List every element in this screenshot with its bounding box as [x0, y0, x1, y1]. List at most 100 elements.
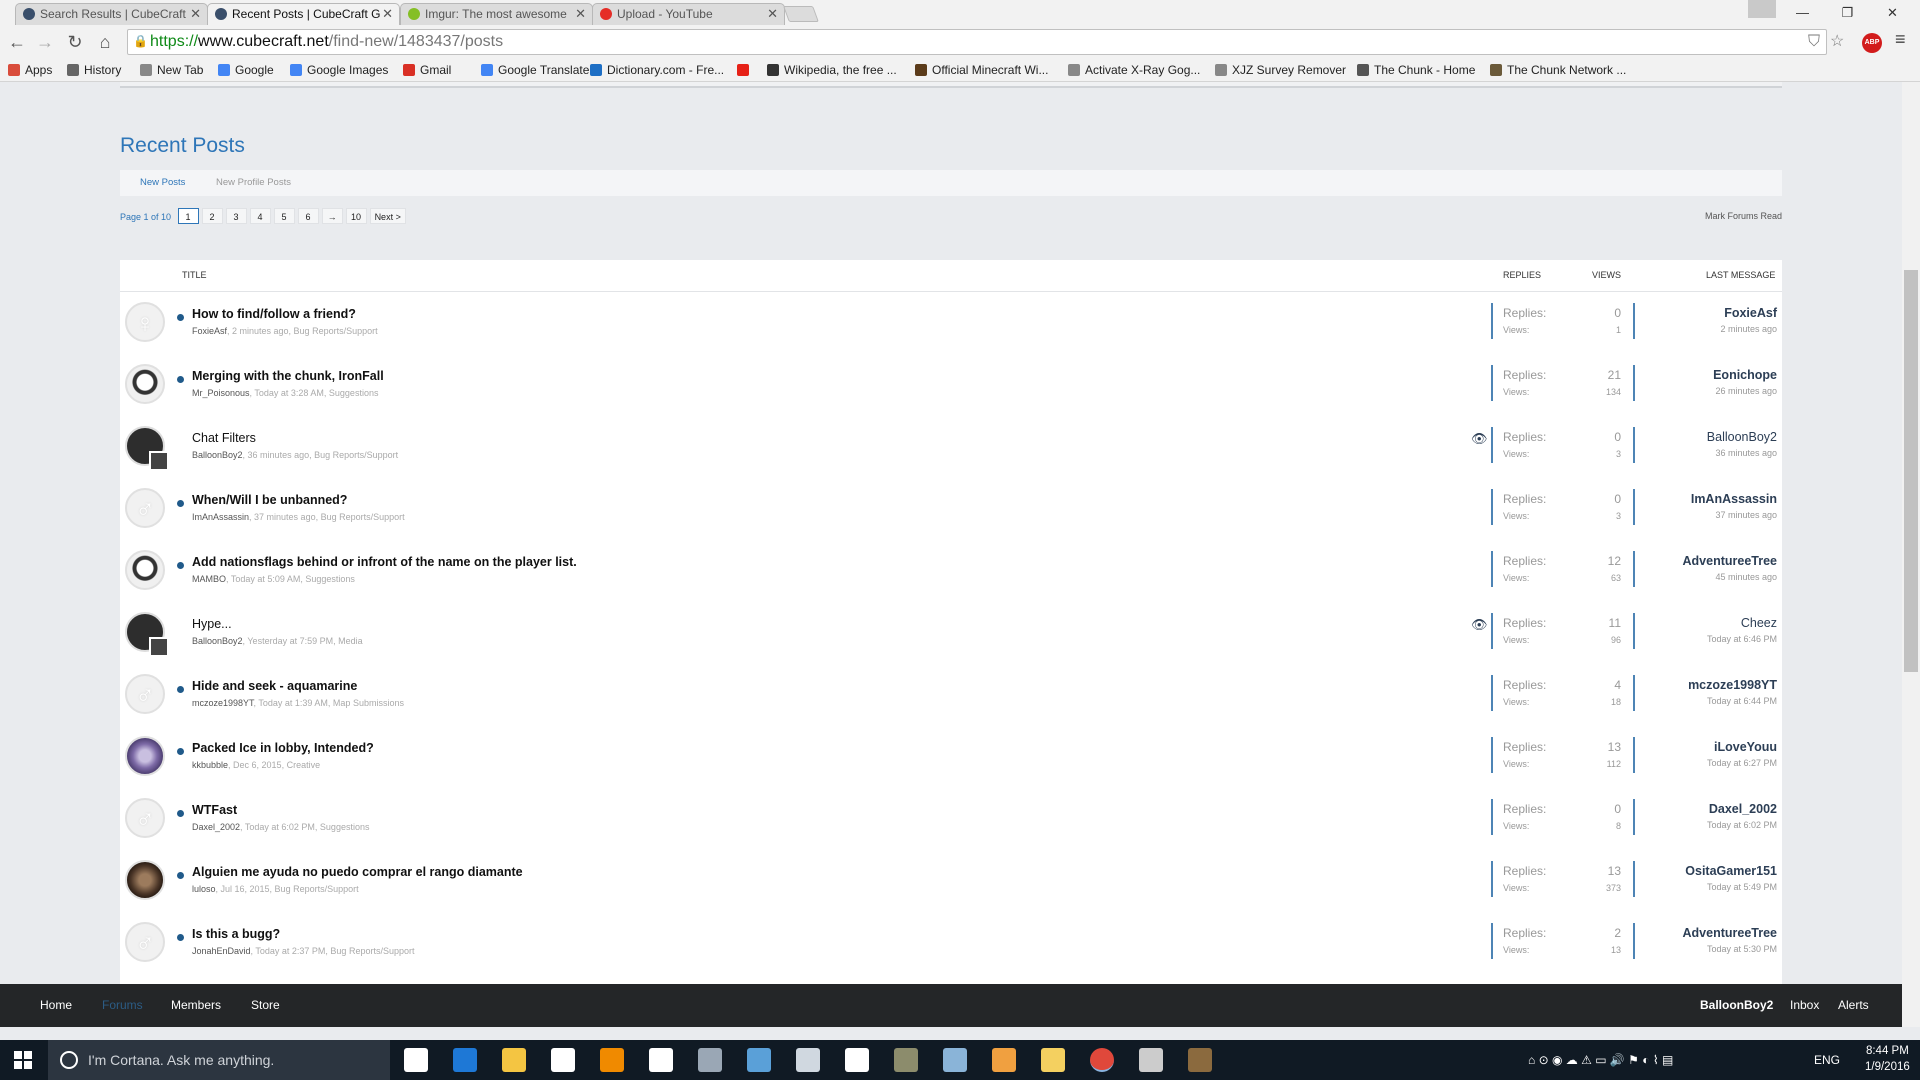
thread-row[interactable]: Merging with the chunk, IronFall Mr_Poiso… — [120, 354, 1782, 416]
last-message-time[interactable]: 45 minutes ago — [1683, 572, 1777, 582]
page-link[interactable]: 6 — [297, 208, 319, 224]
bookmark-item[interactable]: Dictionary.com - Fre... — [590, 62, 724, 79]
thread-row[interactable]: Chat Filters BalloonBoy2, 36 minutes ago,… — [120, 416, 1782, 478]
thread-title[interactable]: Alguien me ayuda no puedo comprar el ran… — [192, 865, 523, 879]
avatar[interactable] — [125, 736, 165, 776]
tab-new-posts[interactable]: New Posts — [140, 170, 185, 196]
page-link[interactable]: 1 — [177, 208, 199, 224]
thread-title[interactable]: Hide and seek - aquamarine — [192, 679, 357, 693]
forward-icon[interactable]: → — [32, 29, 58, 55]
calculator-icon[interactable] — [845, 1048, 869, 1072]
last-message-time[interactable]: Today at 6:46 PM — [1707, 634, 1777, 644]
thread-title[interactable]: How to find/follow a friend? — [192, 307, 356, 321]
browser-tab[interactable]: Upload - YouTube ✕ — [592, 3, 785, 25]
nav-store[interactable]: Store — [251, 984, 280, 1027]
thread-row[interactable]: ♂ Is this a bugg? JonahEnDavid, Today at 2… — [120, 912, 1782, 974]
nav-inbox[interactable]: Inbox — [1790, 984, 1819, 1027]
thread-row[interactable]: ♂ WTFast Daxel_2002, Today at 6:02 PM, Sug… — [120, 788, 1782, 850]
home-icon[interactable]: ⌂ — [92, 29, 118, 55]
back-icon[interactable]: ← — [4, 29, 30, 55]
thread-author[interactable]: kkbubble — [192, 760, 228, 770]
last-poster-avatar[interactable] — [149, 451, 169, 471]
restore-button[interactable]: ❐ — [1825, 0, 1870, 25]
last-message-user[interactable]: BalloonBoy2 — [1707, 430, 1777, 444]
tray-icons[interactable]: ⌂ ⊙ ◉ ☁ ⚠ ▭ 🔊 ⚑ ◐ ⌇ ▤ — [1528, 1040, 1673, 1080]
thread-title[interactable]: Hype... — [192, 617, 232, 631]
vlc-icon[interactable] — [600, 1048, 624, 1072]
last-message-user[interactable]: mczoze1998YT — [1688, 678, 1777, 692]
app-14-icon[interactable] — [1041, 1048, 1065, 1072]
col-views[interactable]: VIEWS — [1592, 260, 1621, 290]
last-message-time[interactable]: 26 minutes ago — [1713, 386, 1777, 396]
thread-author[interactable]: BalloonBoy2 — [192, 450, 243, 460]
thread-author[interactable]: FoxieAsf — [192, 326, 227, 336]
tab-close-icon[interactable]: ✕ — [190, 4, 201, 24]
page-link[interactable]: 5 — [273, 208, 295, 224]
last-message-user[interactable]: AdventureeTree — [1683, 554, 1777, 568]
last-message-time[interactable]: Today at 6:44 PM — [1688, 696, 1777, 706]
page-link[interactable]: 10 — [345, 208, 367, 224]
bookmark-item[interactable]: Google Images — [290, 62, 388, 79]
language-indicator[interactable]: ENG — [1814, 1040, 1840, 1080]
col-replies[interactable]: REPLIES — [1503, 260, 1541, 290]
app-12-icon[interactable] — [943, 1048, 967, 1072]
thread-row[interactable]: Hype... BalloonBoy2, Yesterday at 7:59 PM… — [120, 602, 1782, 664]
thread-row[interactable]: ♂ When/Will I be unbanned? ImAnAssassin, 3… — [120, 478, 1782, 540]
bookmark-item[interactable]: History — [67, 62, 121, 79]
tab-close-icon[interactable]: ✕ — [767, 4, 778, 24]
app-7-icon[interactable] — [698, 1048, 722, 1072]
bookmark-item[interactable]: Activate X-Ray Gog... — [1068, 62, 1200, 79]
avatar[interactable] — [125, 860, 165, 900]
last-message-user[interactable]: ImAnAssassin — [1691, 492, 1777, 506]
avatar[interactable] — [125, 550, 165, 590]
page-link[interactable]: → — [321, 208, 343, 224]
thread-title[interactable]: Add nationsflags behind or infront of th… — [192, 555, 577, 569]
thread-row[interactable]: ♀ How to find/follow a friend? FoxieAsf, 2… — [120, 292, 1782, 354]
last-message-time[interactable]: Today at 5:49 PM — [1685, 882, 1777, 892]
avatar[interactable]: ♂ — [125, 674, 165, 714]
thread-title[interactable]: WTFast — [192, 803, 237, 817]
chrome-menu-icon[interactable]: ≡ — [1895, 29, 1906, 50]
mark-forums-read-link[interactable]: Mark Forums Read — [1705, 208, 1782, 224]
thread-title[interactable]: Is this a bugg? — [192, 927, 280, 941]
page-link[interactable]: 3 — [225, 208, 247, 224]
last-message-time[interactable]: 2 minutes ago — [1720, 324, 1777, 334]
app-13-icon[interactable] — [992, 1048, 1016, 1072]
thread-author[interactable]: BalloonBoy2 — [192, 636, 243, 646]
last-message-time[interactable]: 37 minutes ago — [1691, 510, 1777, 520]
thread-author[interactable]: ImAnAssassin — [192, 512, 249, 522]
thread-title[interactable]: Merging with the chunk, IronFall — [192, 369, 384, 383]
taskbar-clock[interactable]: 8:44 PM 1/9/2016 — [1865, 1043, 1910, 1075]
nav-user[interactable]: BalloonBoy2 — [1700, 984, 1773, 1027]
reload-icon[interactable]: ↻ — [62, 29, 88, 55]
last-message-user[interactable]: FoxieAsf — [1720, 306, 1777, 320]
avatar[interactable]: ♂ — [125, 488, 165, 528]
page-link[interactable]: 4 — [249, 208, 271, 224]
last-message-user[interactable]: Eonichope — [1713, 368, 1777, 382]
bookmark-item[interactable]: Official Minecraft Wi... — [915, 62, 1048, 79]
last-message-time[interactable]: 36 minutes ago — [1707, 448, 1777, 458]
last-message-user[interactable]: Daxel_2002 — [1707, 802, 1777, 816]
bookmark-item[interactable]: The Chunk Network ... — [1490, 62, 1626, 79]
nav-home[interactable]: Home — [40, 984, 72, 1027]
scrollbar-thumb[interactable] — [1904, 270, 1918, 672]
last-message-time[interactable]: Today at 5:30 PM — [1683, 944, 1777, 954]
avatar[interactable] — [125, 364, 165, 404]
thread-author[interactable]: JonahEnDavid — [192, 946, 251, 956]
page-link[interactable]: Next > — [369, 208, 406, 224]
last-message-user[interactable]: Cheez — [1707, 616, 1777, 630]
last-message-user[interactable]: OsitaGamer151 — [1685, 864, 1777, 878]
home-icon[interactable] — [649, 1048, 673, 1072]
thread-row[interactable]: Packed Ice in lobby, Intended? kkbubble, … — [120, 726, 1782, 788]
last-message-user[interactable]: AdventureeTree — [1683, 926, 1777, 940]
new-tab-button[interactable] — [783, 6, 819, 22]
bookmark-item[interactable]: The Chunk - Home — [1357, 62, 1475, 79]
address-bar[interactable]: 🔒 https://www.cubecraft.net/find-new/148… — [127, 29, 1827, 55]
last-message-time[interactable]: Today at 6:02 PM — [1707, 820, 1777, 830]
last-message-time[interactable]: Today at 6:27 PM — [1707, 758, 1777, 768]
last-message-user[interactable]: iLoveYouu — [1707, 740, 1777, 754]
edge-icon[interactable] — [453, 1048, 477, 1072]
thread-title[interactable]: Packed Ice in lobby, Intended? — [192, 741, 374, 755]
bookmark-item[interactable]: XJZ Survey Remover — [1215, 62, 1346, 79]
last-poster-avatar[interactable] — [149, 637, 169, 657]
